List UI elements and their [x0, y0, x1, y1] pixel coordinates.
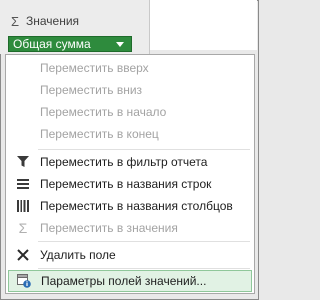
columns-icon: [8, 195, 38, 217]
menu-item-move-up[interactable]: Переместить вверх: [8, 57, 252, 79]
values-area: Σ Значения Общая сумма: [0, 0, 150, 54]
sigma-icon: Σ: [10, 13, 20, 29]
menu-item-label: Переместить в значения: [40, 221, 178, 235]
menu-item-move-to-values[interactable]: Σ Переместить в значения: [8, 217, 252, 239]
menu-item-label: Переместить в названия столбцов: [40, 199, 233, 213]
rows-icon: [8, 173, 38, 195]
menu-item-remove-field[interactable]: Удалить поле: [8, 244, 252, 266]
chevron-down-icon[interactable]: [116, 41, 124, 47]
values-header: Σ Значения: [10, 12, 79, 30]
menu-item-label: Переместить вниз: [40, 83, 143, 97]
sigma-icon: Σ: [18, 220, 28, 236]
menu-item-label: Параметры полей значений...: [41, 274, 207, 288]
menu-item-value-field-settings[interactable]: Параметры полей значений...: [8, 270, 252, 292]
menu-item-move-to-end[interactable]: Переместить в конец: [8, 123, 252, 145]
menu-item-move-to-row-labels[interactable]: Переместить в названия строк: [8, 173, 252, 195]
menu-separator: [38, 241, 250, 242]
background-area: [150, 0, 257, 50]
menu-separator: [38, 268, 250, 269]
field-context-menu: Переместить вверх Переместить вниз Перем…: [5, 54, 255, 294]
value-field-pill[interactable]: Общая сумма: [8, 36, 132, 52]
menu-item-label: Переместить в конец: [40, 127, 159, 141]
menu-item-move-down[interactable]: Переместить вниз: [8, 79, 252, 101]
menu-item-move-to-column-labels[interactable]: Переместить в названия столбцов: [8, 195, 252, 217]
menu-item-label: Переместить в начало: [40, 105, 167, 119]
field-settings-icon: [9, 270, 39, 292]
menu-item-move-to-report-filter[interactable]: Переместить в фильтр отчета: [8, 151, 252, 173]
menu-separator: [38, 149, 250, 150]
menu-item-label: Переместить вверх: [40, 61, 149, 75]
value-field-label: Общая сумма: [13, 37, 91, 51]
values-title: Значения: [26, 14, 80, 28]
menu-item-move-to-start[interactable]: Переместить в начало: [8, 101, 252, 123]
menu-item-label: Переместить в фильтр отчета: [40, 155, 208, 169]
menu-item-label: Переместить в названия строк: [40, 177, 212, 191]
filter-icon: [8, 151, 38, 173]
remove-icon: [8, 244, 38, 266]
menu-item-label: Удалить поле: [40, 248, 116, 262]
